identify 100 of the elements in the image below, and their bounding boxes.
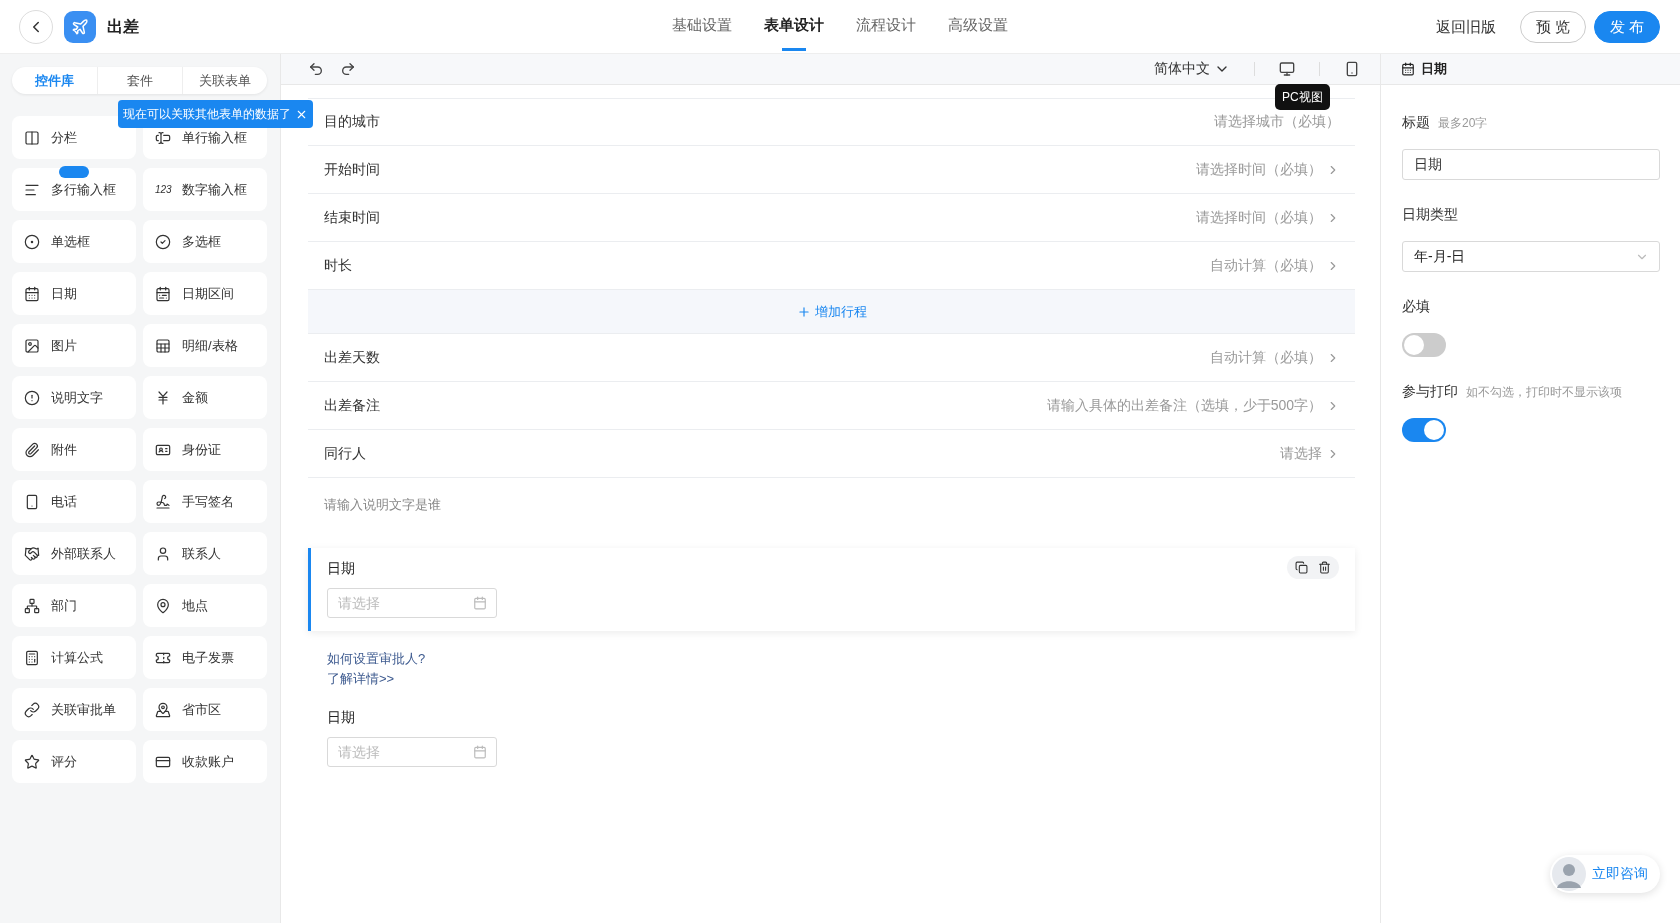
control-tile[interactable]: 收款账户 <box>143 740 267 783</box>
calendar-icon <box>1401 62 1415 76</box>
toggle-switch[interactable] <box>1402 418 1446 442</box>
add-itinerary-button[interactable]: 增加行程 <box>308 290 1355 334</box>
control-tile[interactable]: 地点 <box>143 584 267 627</box>
control-tile[interactable]: 多行输入框 <box>12 168 136 211</box>
property-label: 必填 <box>1402 298 1430 316</box>
control-tile[interactable]: 计算公式 <box>12 636 136 679</box>
control-tile[interactable]: 明细/表格 <box>143 324 267 367</box>
calendar-range-icon <box>155 285 171 302</box>
control-tile[interactable]: 评分 <box>12 740 136 783</box>
undo-button[interactable] <box>308 61 324 77</box>
field-placeholder: 请选择时间（必填） <box>1196 208 1322 227</box>
control-tile[interactable]: 附件 <box>12 428 136 471</box>
form-row[interactable]: 出差天数 自动计算（必填） <box>308 334 1355 382</box>
field-label: 结束时间 <box>324 208 380 227</box>
nav-tab[interactable]: 高级设置 <box>947 0 1008 54</box>
control-tile[interactable]: 日期区间 <box>143 272 267 315</box>
org-chart-icon <box>24 597 40 614</box>
nav-tab[interactable]: 基础设置 <box>671 0 732 54</box>
date-field[interactable]: 请选择 <box>327 588 497 618</box>
form-row[interactable]: 出差备注 请输入具体的出差备注（选填，少于500字） <box>308 382 1355 430</box>
date-type-select[interactable]: 年-月-日 <box>1402 241 1660 272</box>
property-label: 日期类型 <box>1402 206 1458 224</box>
field-placeholder: 自动计算（必填） <box>1210 348 1322 367</box>
link-icon <box>24 701 40 718</box>
field-placeholder: 请选择 <box>1280 444 1322 463</box>
control-tile[interactable]: 金额 <box>143 376 267 419</box>
copy-icon[interactable] <box>1295 561 1308 574</box>
field-label: 日期 <box>327 560 355 578</box>
columns-icon <box>24 129 40 146</box>
library-tab[interactable]: 套件 <box>97 67 182 94</box>
calendar-icon <box>473 596 487 610</box>
control-tile[interactable]: 联系人 <box>143 532 267 575</box>
field-placeholder: 请选择城市（必填） <box>1214 113 1340 131</box>
control-tile[interactable]: 手写签名 <box>143 480 267 523</box>
mobile-view-button[interactable] <box>1344 61 1360 77</box>
calendar-icon <box>473 745 487 759</box>
yen-icon <box>155 389 171 406</box>
calculator-icon <box>24 649 40 666</box>
control-tile[interactable]: 多选框 <box>143 220 267 263</box>
panel-title: 日期 <box>1421 60 1447 78</box>
number-icon: 123 <box>155 184 171 195</box>
control-tile[interactable]: 身份证 <box>143 428 267 471</box>
control-tile[interactable]: 说明文字 <box>12 376 136 419</box>
form-row[interactable]: 同行人 请选择 <box>308 430 1355 478</box>
language-select[interactable]: 简体中文 <box>1154 60 1230 78</box>
control-tile[interactable]: 日期 <box>12 272 136 315</box>
control-tile[interactable]: 电子发票 <box>143 636 267 679</box>
star-icon <box>24 753 40 770</box>
field-label: 开始时间 <box>324 160 380 179</box>
text-input-icon <box>155 129 171 146</box>
calendar-icon <box>24 285 40 302</box>
check-circle-icon <box>155 233 171 250</box>
nav-tab[interactable]: 流程设计 <box>855 0 916 54</box>
form-row[interactable]: 开始时间 请选择时间（必填） <box>308 146 1355 194</box>
form-card[interactable]: 日期 请选择 <box>308 548 1355 631</box>
app-title: 出差 <box>107 16 139 37</box>
title-input[interactable]: 日期 <box>1402 149 1660 180</box>
plane-icon <box>64 11 96 43</box>
map-icon <box>155 701 171 718</box>
paperclip-icon <box>24 441 40 458</box>
toggle-switch[interactable] <box>1402 333 1446 357</box>
control-tile[interactable]: 单选框 <box>12 220 136 263</box>
library-tab[interactable]: 控件库 <box>12 67 97 94</box>
hint-marker <box>59 166 89 178</box>
radio-icon <box>24 233 40 250</box>
field-label: 出差天数 <box>324 348 380 367</box>
library-tab[interactable]: 关联表单 <box>182 67 267 94</box>
property-label: 标题 <box>1402 114 1430 132</box>
old-version-link[interactable]: 返回旧版 <box>1429 16 1502 38</box>
user-icon <box>155 545 171 562</box>
preview-button[interactable]: 预 览 <box>1519 11 1586 43</box>
avatar <box>1552 857 1586 891</box>
consult-button[interactable]: 立即咨询 <box>1550 855 1660 893</box>
field-label: 同行人 <box>324 444 366 463</box>
control-tile[interactable]: 图片 <box>12 324 136 367</box>
control-tile[interactable]: 电话 <box>12 480 136 523</box>
table-icon <box>155 337 171 354</box>
desktop-view-button[interactable] <box>1279 61 1295 77</box>
image-icon <box>24 337 40 354</box>
redo-button[interactable] <box>340 61 356 77</box>
property-hint: 如不勾选，打印时不显示该项 <box>1466 384 1622 401</box>
trash-icon[interactable] <box>1318 561 1331 574</box>
control-tile[interactable]: 关联审批单 <box>12 688 136 731</box>
control-tile[interactable]: 123 数字输入框 <box>143 168 267 211</box>
property-hint: 最多20字 <box>1438 115 1488 132</box>
date-field[interactable]: 请选择 <box>327 737 497 767</box>
control-tile[interactable]: 部门 <box>12 584 136 627</box>
field-placeholder: 自动计算（必填） <box>1210 256 1322 275</box>
details-link[interactable]: 了解详情>> <box>327 669 395 689</box>
handshake-icon <box>24 545 40 562</box>
control-tile[interactable]: 外部联系人 <box>12 532 136 575</box>
description-text: 请输入说明文字是谁 <box>323 496 442 514</box>
field-label: 日期 <box>327 709 355 727</box>
control-tile[interactable]: 省市区 <box>143 688 267 731</box>
exclamation-circle-icon <box>24 389 40 406</box>
help-question: 如何设置审批人? <box>327 650 427 668</box>
publish-button[interactable]: 发 布 <box>1593 11 1660 43</box>
form-row[interactable]: 结束时间 请选择时间（必填） <box>308 194 1355 242</box>
